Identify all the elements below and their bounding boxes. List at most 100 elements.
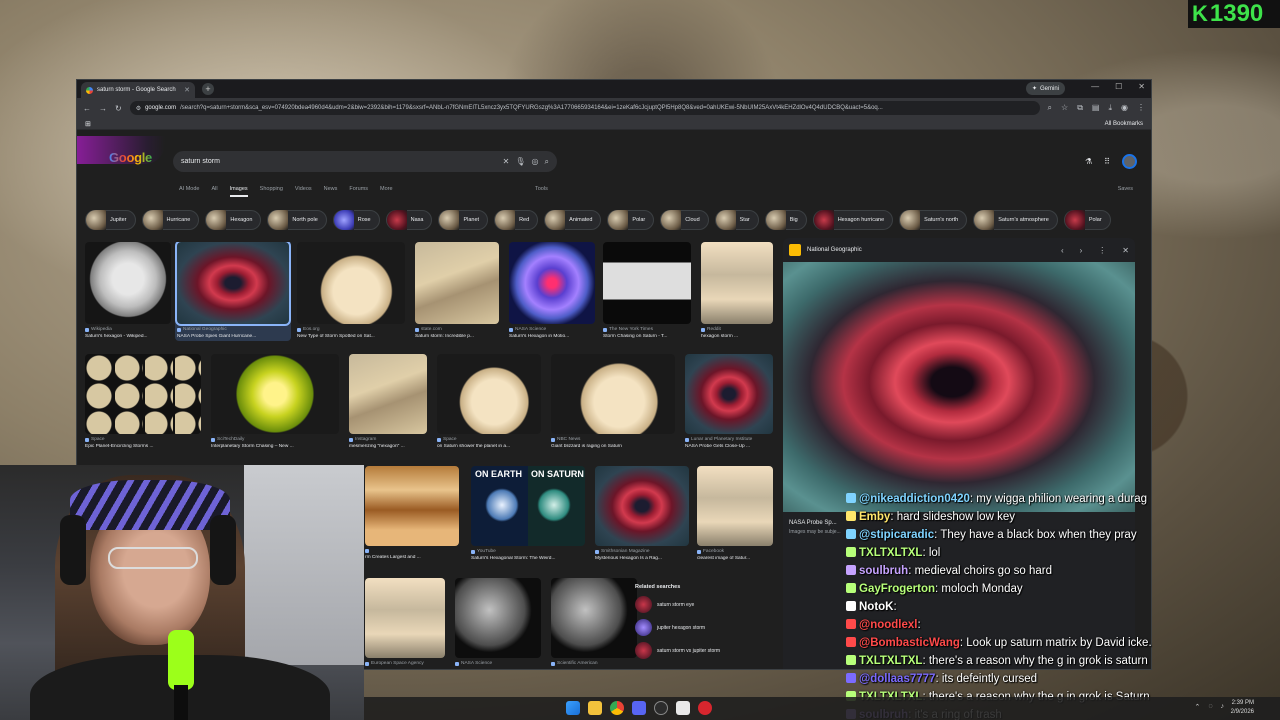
related-item[interactable]: saturn storm eye [635, 596, 765, 613]
chip[interactable]: Hexagon [205, 210, 262, 230]
zoom-icon[interactable]: ⌕ [1048, 103, 1052, 113]
related-item[interactable]: saturn storm vs jupiter storm [635, 642, 765, 659]
result-image[interactable] [697, 466, 773, 546]
mic-icon[interactable]: 🎙 [515, 157, 525, 166]
image-result[interactable]: The New York Times Storm Chasing on Satur… [603, 242, 691, 339]
chip[interactable]: Star [714, 210, 759, 230]
image-result[interactable]: Space Epic Planet-Encircling Storms ... [85, 354, 201, 449]
image-result[interactable]: Lunar and Planetary Institute NASA Probe … [685, 354, 773, 449]
result-image[interactable] [685, 354, 773, 434]
red-app-icon[interactable] [698, 701, 712, 715]
result-image[interactable] [175, 242, 291, 326]
tab-news[interactable]: News [324, 186, 338, 197]
all-bookmarks[interactable]: All Bookmarks [1105, 121, 1143, 127]
chip[interactable]: Polar [607, 210, 655, 230]
image-result[interactable]: Facebook clearest image of Satur... [697, 466, 773, 561]
chip[interactable]: Cloud [660, 210, 709, 230]
image-result[interactable]: Reddit hexagon storm ... [701, 242, 773, 339]
chip[interactable]: Hexagon hurricane [812, 210, 894, 230]
search-input[interactable]: saturn storm [181, 158, 497, 165]
image-result[interactable]: Scientific American [551, 578, 637, 666]
preview-source[interactable]: National Geographic [807, 247, 862, 253]
saves-button[interactable]: Saves [1118, 186, 1133, 192]
chip[interactable]: Polar [1063, 210, 1111, 230]
image-result[interactable]: NASA Science [455, 578, 541, 666]
google-apps-icon[interactable]: ⠿ [1104, 157, 1110, 166]
image-result[interactable]: Smithsonian Magazine Mysterious Hexagon I… [595, 466, 689, 561]
address-bar[interactable]: ⚙ google.com/search?q=saturn+storm&sca_e… [129, 101, 1040, 115]
google-logo[interactable]: Google [109, 150, 152, 165]
tab-ai-mode[interactable]: AI Mode [179, 186, 199, 197]
result-image[interactable] [85, 242, 171, 324]
download-icon[interactable]: ⤓ [1108, 103, 1112, 113]
tab-videos[interactable]: Videos [295, 186, 312, 197]
sidepanel-icon[interactable]: ▤ [1092, 103, 1100, 113]
next-icon[interactable]: › [1080, 246, 1083, 255]
chip[interactable]: Big [764, 210, 807, 230]
image-result[interactable]: ON EARTH ON SATURN YouTube Saturn's Hexag… [471, 466, 585, 561]
prev-icon[interactable]: ‹ [1061, 246, 1064, 255]
tab-more[interactable]: More [380, 186, 393, 197]
minimize-icon[interactable]: — [1091, 82, 1099, 91]
result-image[interactable] [701, 242, 773, 324]
close-preview-icon[interactable]: ✕ [1122, 246, 1129, 255]
image-result[interactable]: Instagram mesmerizing "hexagon" ... [349, 354, 427, 449]
image-result[interactable]: SciTechDaily Interplanetary Storm Chasing… [211, 354, 339, 449]
result-image[interactable] [415, 242, 499, 324]
tab-forums[interactable]: Forums [349, 186, 368, 197]
chip[interactable]: Nasa [385, 210, 433, 230]
result-image[interactable] [551, 578, 637, 658]
app-icon[interactable] [676, 701, 690, 715]
back-icon[interactable]: ← [83, 104, 91, 113]
menu-icon[interactable]: ⋮ [1137, 103, 1145, 113]
result-image[interactable] [85, 354, 201, 434]
extensions-icon[interactable]: ⧉ [1077, 103, 1083, 113]
tray-chevron-icon[interactable]: ⌃ [1194, 703, 1200, 711]
result-image[interactable] [455, 578, 541, 658]
image-result[interactable]: Eos.org New Type of Storm Spotted on Sat.… [297, 242, 405, 339]
new-tab-button[interactable]: + [202, 83, 214, 95]
result-image[interactable] [509, 242, 595, 324]
tab-all[interactable]: All [211, 186, 217, 197]
result-image[interactable] [365, 578, 445, 658]
account-avatar[interactable] [1122, 154, 1137, 169]
chip[interactable]: Saturn's atmosphere [973, 210, 1058, 230]
result-image[interactable]: ON EARTH ON SATURN [471, 466, 585, 546]
chip[interactable]: Rose [332, 210, 380, 230]
taskbar-clock[interactable]: 2:39 PM 2/9/2026 [1231, 699, 1254, 717]
chip[interactable]: Hurricane [141, 210, 200, 230]
more-icon[interactable]: ⋮ [1098, 246, 1106, 255]
tools-button[interactable]: Tools [535, 186, 548, 192]
chip[interactable]: North pole [267, 210, 327, 230]
network-icon[interactable]: ◌ [1208, 703, 1212, 711]
image-result[interactable]: rm Creates Largest and ... [365, 466, 459, 560]
close-tab-icon[interactable]: ✕ [184, 86, 190, 94]
close-window-icon[interactable]: ✕ [1138, 82, 1145, 91]
result-image[interactable] [297, 242, 405, 324]
chip[interactable]: Planet [438, 210, 489, 230]
file-explorer-icon[interactable] [588, 701, 602, 715]
browser-tab[interactable]: saturn storm - Google Search ✕ [81, 82, 195, 98]
chip[interactable]: Jupiter [85, 210, 136, 230]
result-image[interactable] [437, 354, 541, 434]
lens-icon[interactable]: ◎ [532, 157, 539, 166]
chip[interactable]: Animated [544, 210, 602, 230]
image-result[interactable]: NBC News Giant blizzard is raging on Satu… [551, 354, 675, 449]
chrome-icon[interactable] [610, 701, 624, 715]
gemini-button[interactable]: ✦ Gemini [1025, 82, 1065, 95]
image-result[interactable]: Wikipedia Saturn's hexagon - Wikiped... [85, 242, 171, 339]
site-info-icon[interactable]: ⚙ [136, 105, 141, 112]
result-image[interactable] [551, 354, 675, 434]
search-box[interactable]: saturn storm ✕ 🎙 ◎ ⌕ [173, 151, 557, 172]
maximize-icon[interactable]: ☐ [1115, 82, 1122, 91]
bookmark-star-icon[interactable]: ☆ [1061, 103, 1068, 113]
windows-start-icon[interactable] [566, 701, 580, 715]
result-image[interactable] [365, 466, 459, 546]
apps-icon[interactable]: ⊞ [85, 120, 91, 128]
tab-images[interactable]: Images [229, 186, 248, 197]
obs-icon[interactable] [654, 701, 668, 715]
preview-image[interactable] [783, 262, 1135, 512]
volume-icon[interactable]: ♪ [1221, 703, 1225, 711]
image-result[interactable]: state.com Saturn storm: Incredible p... [415, 242, 499, 339]
image-result[interactable]: NASA Science Saturn's Hexagon in Motio... [509, 242, 595, 339]
